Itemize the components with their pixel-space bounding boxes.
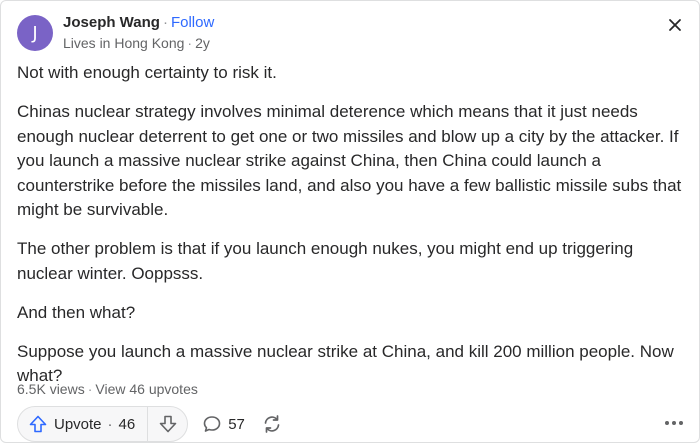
stats-separator: · xyxy=(87,381,93,397)
action-bar: Upvote · 46 57 xyxy=(17,405,283,443)
answer-paragraph: Chinas nuclear strategy involves minimal… xyxy=(17,102,682,219)
downvote-button[interactable] xyxy=(147,407,187,441)
close-icon xyxy=(669,19,681,31)
upvote-count: 46 xyxy=(118,415,136,433)
answer-paragraph: Not with enough certainty to risk it. xyxy=(17,63,277,82)
more-dots-icon xyxy=(672,421,676,425)
avatar-initial: J xyxy=(32,22,38,44)
answer-paragraph: And then what? xyxy=(17,302,136,322)
avatar[interactable]: J xyxy=(17,15,53,51)
answer-paragraph: The other problem is that if you launch … xyxy=(17,239,634,283)
downvote-arrow-icon xyxy=(159,415,177,433)
comment-count: 57 xyxy=(228,415,245,433)
more-options-button[interactable] xyxy=(659,411,689,435)
upvote-label: Upvote xyxy=(54,415,102,433)
upvote-separator: · xyxy=(107,415,113,433)
answer-body: Not with enough certainty to risk it. Ch… xyxy=(17,61,689,403)
author-location[interactable]: Lives in Hong Kong xyxy=(63,35,184,51)
credential-line: Lives in Hong Kong · 2y xyxy=(63,34,214,53)
author-separator: · xyxy=(162,14,168,31)
follow-button[interactable]: Follow xyxy=(171,14,214,31)
vote-group: Upvote · 46 xyxy=(17,406,189,442)
answer-stats: 6.5K views · View 46 upvotes xyxy=(17,379,198,399)
share-button[interactable] xyxy=(261,413,283,435)
views-count: 6.5K views xyxy=(17,381,85,397)
view-upvotes-link[interactable]: View 46 upvotes xyxy=(95,381,197,397)
answer-header: J Joseph Wang · Follow Lives in Hong Kong ·… xyxy=(17,11,214,55)
more-dots-icon xyxy=(679,421,683,425)
credential-separator: · xyxy=(187,35,193,51)
more-dots-icon xyxy=(665,421,669,425)
answer-card: J Joseph Wang · Follow Lives in Hong Kong ·… xyxy=(0,0,700,443)
comments-button[interactable]: 57 xyxy=(202,414,245,434)
author-name[interactable]: Joseph Wang xyxy=(63,14,160,31)
upvote-arrow-icon xyxy=(29,415,47,433)
answer-age[interactable]: 2y xyxy=(195,35,210,51)
share-cycle-icon xyxy=(264,415,280,433)
author-line: Joseph Wang · Follow xyxy=(63,13,214,33)
author-meta: Joseph Wang · Follow Lives in Hong Kong · 2y xyxy=(63,13,214,53)
comment-bubble-icon xyxy=(203,416,221,432)
upvote-button[interactable]: Upvote · 46 xyxy=(18,407,147,441)
close-button[interactable] xyxy=(663,13,687,37)
